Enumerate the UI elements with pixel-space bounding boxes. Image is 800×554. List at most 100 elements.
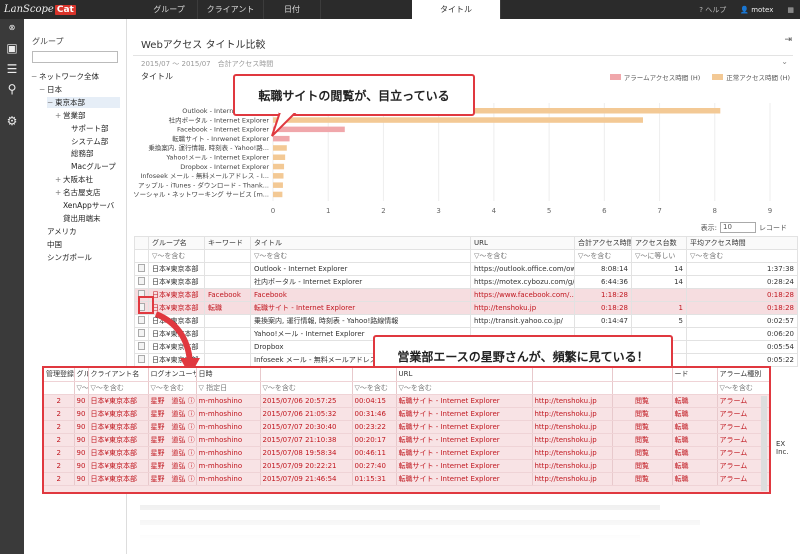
tree-search-input[interactable] <box>32 51 118 63</box>
detail-column-header[interactable]: 日時 <box>196 368 261 382</box>
detail-column-header[interactable]: ログオンユーザー名 <box>148 368 197 382</box>
info-icon[interactable]: ⓘ <box>186 449 195 457</box>
row-detail-icon[interactable] <box>138 355 145 363</box>
info-icon[interactable]: ⓘ <box>186 397 195 405</box>
detail-column-header[interactable] <box>532 368 613 382</box>
detail-column-header[interactable] <box>260 368 353 382</box>
report-icon[interactable]: ☰ <box>5 62 19 76</box>
table-row[interactable]: 日本¥東京本部 転職 転職サイト - Internet Explorer http:/… <box>134 301 798 315</box>
detail-column-filter[interactable] <box>44 381 75 395</box>
scrollbar[interactable] <box>761 396 767 491</box>
tree-node[interactable]: システム部 <box>63 136 108 147</box>
column-filter[interactable]: ▽～を含む <box>470 249 575 263</box>
detail-column-filter[interactable]: ▽ 指定日 <box>196 381 261 395</box>
row-detail-cell[interactable] <box>134 314 149 328</box>
detail-column-header[interactable]: クライアント名 <box>88 368 149 382</box>
detail-column-header[interactable]: アラーム種別 <box>717 368 769 382</box>
column-header[interactable] <box>134 236 149 250</box>
detail-column-header[interactable]: ード <box>672 368 718 382</box>
tree-toggle-icon[interactable]: + <box>55 175 63 184</box>
info-icon[interactable]: ⓘ <box>186 475 195 483</box>
row-detail-cell[interactable] <box>134 340 149 354</box>
detail-row[interactable]: 2 90 日本¥東京本部 星野 道弘 ⓘ m-mhoshino 2015/07/06 20… <box>44 394 769 408</box>
grid-icon[interactable]: ▦ <box>787 6 794 14</box>
tree-node[interactable]: XenAppサーバ <box>55 200 114 211</box>
column-header[interactable]: キーワード <box>204 236 251 250</box>
detail-column-header[interactable] <box>612 368 673 382</box>
calendar-icon[interactable]: ▣ <box>5 41 19 55</box>
detail-row[interactable]: 2 90 日本¥東京本部 星野 道弘 ⓘ m-mhoshino 2015/07/09 20… <box>44 459 769 473</box>
detail-column-header[interactable] <box>352 368 397 382</box>
column-header[interactable]: アクセス台数 <box>631 236 687 250</box>
column-filter[interactable]: ▽～を含む <box>250 249 471 263</box>
tree-node[interactable]: + 名古屋支店 <box>55 187 101 198</box>
tree-node[interactable]: − 東京本部 <box>47 96 120 108</box>
detail-column-filter[interactable] <box>672 381 718 395</box>
column-header[interactable]: タイトル <box>250 236 471 250</box>
detail-column-header[interactable]: グループ名 <box>74 368 89 382</box>
tree-node[interactable]: アメリカ <box>39 226 77 237</box>
tree-toggle-icon[interactable]: − <box>47 98 55 107</box>
detail-column-filter[interactable] <box>612 381 673 395</box>
row-detail-cell[interactable] <box>134 327 149 341</box>
detail-row[interactable]: 2 90 日本¥東京本部 星野 道弘 ⓘ m-mhoshino 2015/07/09 21… <box>44 472 769 486</box>
row-detail-cell[interactable] <box>134 262 149 276</box>
detail-column-header[interactable]: 管理登録... <box>44 368 75 382</box>
detail-column-filter[interactable]: ▽～を含む <box>74 381 89 395</box>
table-row[interactable]: 日本¥東京本部 社内ポータル - Internet Explorer https:/… <box>134 275 798 289</box>
page-size-select[interactable]: 10 <box>720 222 756 233</box>
detail-column-filter[interactable] <box>532 381 613 395</box>
detail-column-filter[interactable]: ▽～を含む <box>352 381 397 395</box>
user-menu[interactable]: 👤 motex <box>740 6 773 14</box>
column-header[interactable]: URL <box>470 236 575 250</box>
tab-date[interactable]: 日付 <box>264 0 321 19</box>
detail-column-filter[interactable]: ▽～を含む <box>88 381 149 395</box>
detail-column-header[interactable]: URL <box>396 368 533 382</box>
column-filter[interactable] <box>204 249 251 263</box>
info-icon[interactable]: ⓘ <box>186 410 195 418</box>
info-icon[interactable]: ⓘ <box>186 436 195 444</box>
tree-toggle-icon[interactable]: − <box>31 72 39 81</box>
legend-normal[interactable]: 正常アクセス時間 (H) <box>712 72 790 82</box>
detail-column-filter[interactable]: ▽～を含む <box>717 381 769 395</box>
column-header[interactable]: 合計アクセス時間 <box>574 236 632 250</box>
tree-node[interactable]: + 営業部 <box>55 110 86 121</box>
row-detail-icon[interactable] <box>138 277 145 285</box>
detail-row[interactable]: 2 90 日本¥東京本部 星野 道弘 ⓘ m-mhoshino 2015/07/06 21… <box>44 407 769 421</box>
tree-node[interactable]: サポート部 <box>63 123 109 134</box>
info-icon[interactable]: ⓘ <box>186 423 195 431</box>
column-filter[interactable]: ▽～に等しい <box>631 249 687 263</box>
gear-icon[interactable]: ⚙ <box>5 114 19 128</box>
table-row[interactable]: 日本¥東京本部 Facebook Facebook https://www.faceb… <box>134 288 798 302</box>
detail-row[interactable]: 2 90 日本¥東京本部 星野 道弘 ⓘ m-mhoshino 2015/07/07 21… <box>44 433 769 447</box>
tree-node[interactable]: − ネットワーク全体 <box>31 71 99 82</box>
detail-column-filter[interactable]: ▽～を含む <box>260 381 353 395</box>
search-icon[interactable]: ⚲ <box>5 82 19 96</box>
tree-toggle-icon[interactable]: + <box>55 188 63 197</box>
detail-column-filter[interactable]: ▽～を含む <box>148 381 197 395</box>
column-header[interactable]: 平均アクセス時間 <box>686 236 798 250</box>
tree-node[interactable]: + 大阪本社 <box>55 174 93 185</box>
tab-title[interactable]: タイトル <box>412 0 501 19</box>
table-row[interactable]: 日本¥東京本部 Outlook - Internet Explorer https:… <box>134 262 798 276</box>
chevron-down-icon[interactable]: ⌄ <box>781 57 788 66</box>
tree-node[interactable]: シンガポール <box>39 252 92 263</box>
detail-column-filter[interactable]: ▽～を含む <box>396 381 533 395</box>
tab-client[interactable]: クライアント <box>198 0 264 19</box>
detail-row[interactable]: 2 90 日本¥東京本部 星野 道弘 ⓘ m-mhoshino 2015/07/07 20… <box>44 420 769 434</box>
tree-node[interactable]: 総務部 <box>63 148 94 159</box>
tree-node[interactable]: − 日本 <box>39 84 62 95</box>
table-row[interactable]: 日本¥東京本部 乗換案内, 運行情報, 時刻表 - Yahoo!路線情報 http:… <box>134 314 798 328</box>
row-detail-cell[interactable] <box>134 275 149 289</box>
column-filter[interactable] <box>134 249 149 263</box>
collapse-panel-icon[interactable]: ⊗ <box>5 21 19 35</box>
tree-toggle-icon[interactable]: + <box>55 111 63 120</box>
row-detail-icon[interactable] <box>138 342 145 350</box>
tree-toggle-icon[interactable]: − <box>39 85 47 94</box>
tree-node[interactable]: 中国 <box>39 239 62 250</box>
tree-node[interactable]: Macグループ <box>63 161 116 172</box>
row-detail-icon[interactable] <box>138 264 145 272</box>
column-filter[interactable]: ▽～を含む <box>574 249 632 263</box>
column-filter[interactable]: ▽～を含む <box>148 249 205 263</box>
row-detail-icon[interactable] <box>138 316 145 324</box>
